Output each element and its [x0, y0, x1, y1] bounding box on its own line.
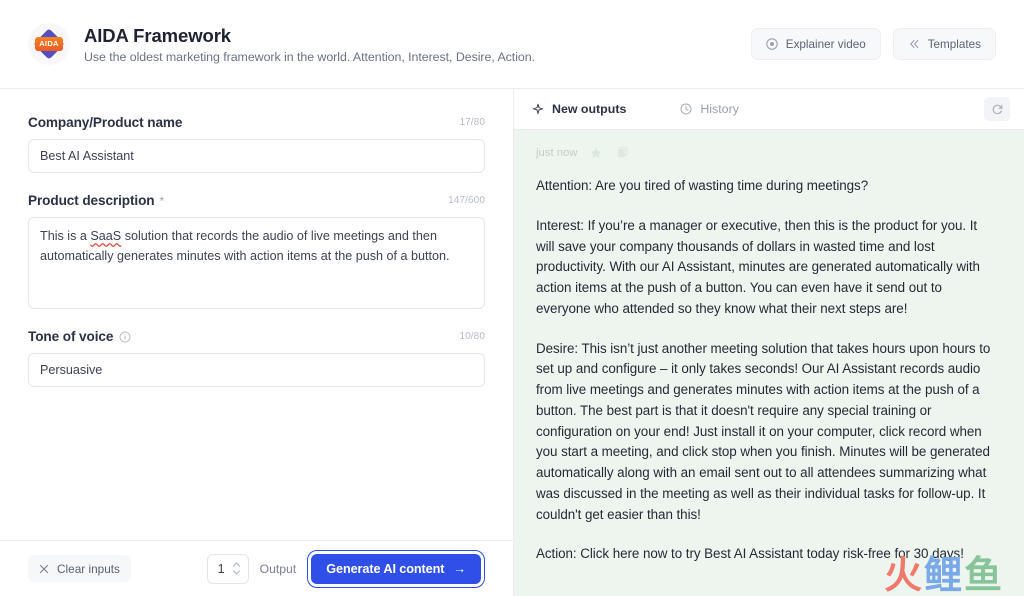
output-paragraph-attention: Attention: Are you tired of wasting time… — [536, 178, 869, 193]
generated-output-text[interactable]: Attention: Are you tired of wasting time… — [536, 176, 996, 565]
output-meta-row: just now — [536, 142, 996, 164]
generate-ai-content-button[interactable]: Generate AI content → — [311, 553, 481, 584]
output-content-area: just now Attention: Are you tired of was… — [514, 130, 1024, 596]
brand: AIDA AIDA Framework Use the oldest marke… — [28, 23, 535, 65]
output-timestamp: just now — [536, 147, 578, 159]
arrow-right-icon: → — [453, 561, 466, 576]
input-form-panel: Company/Product name 17/80 Product descr… — [0, 89, 514, 596]
stepper-arrows-icon[interactable] — [232, 562, 241, 575]
explainer-video-button[interactable]: Explainer video — [750, 28, 881, 60]
output-paragraph-interest: Interest: If you’re a manager or executi… — [536, 217, 980, 316]
page-title: AIDA Framework — [84, 24, 231, 46]
company-name-input[interactable] — [28, 139, 485, 173]
app-header: AIDA AIDA Framework Use the oldest marke… — [0, 0, 1024, 89]
company-name-counter: 17/80 — [459, 117, 485, 128]
aida-logo: AIDA — [28, 23, 70, 65]
misspelled-word: SaaS — [90, 229, 122, 243]
output-count-value: 1 — [217, 561, 225, 576]
product-description-label: Product description — [28, 193, 155, 208]
description-text-before: This is a — [40, 229, 91, 243]
explainer-video-label: Explainer video — [785, 37, 866, 51]
templates-label: Templates — [927, 37, 981, 51]
form-footer-toolbar: Clear inputs 1 Output Generate AI conten… — [0, 540, 513, 596]
product-description-counter: 147/600 — [448, 195, 485, 206]
app-root: AIDA AIDA Framework Use the oldest marke… — [0, 0, 1024, 596]
output-paragraph-desire: Desire: This isn’t just another meeting … — [536, 340, 991, 522]
play-circle-icon — [766, 38, 778, 50]
field-product-description: Product description * 147/600 This is a … — [28, 193, 485, 309]
generate-button-focus-ring: Generate AI content → — [307, 549, 485, 588]
company-name-label: Company/Product name — [28, 115, 183, 130]
output-panel: New outputs History just now Attention: … — [514, 89, 1024, 596]
clear-inputs-label: Clear inputs — [57, 561, 120, 576]
refresh-icon — [991, 103, 1004, 116]
product-description-textarea[interactable]: This is a SaaS solution that records the… — [28, 217, 485, 309]
sparkle-icon — [532, 103, 544, 115]
header-actions: Explainer video Templates — [750, 28, 996, 60]
header-titles: AIDA Framework Use the oldest marketing … — [84, 25, 535, 64]
tone-of-voice-input[interactable] — [28, 353, 485, 387]
tone-of-voice-label: Tone of voice — [28, 329, 114, 344]
tab-new-outputs[interactable]: New outputs — [532, 89, 644, 130]
chevron-double-left-icon — [908, 38, 920, 50]
output-label: Output — [259, 561, 297, 576]
logo-badge-label: AIDA — [35, 37, 63, 51]
star-icon[interactable] — [589, 146, 603, 160]
generate-label: Generate AI content — [326, 561, 445, 576]
field-company-product-name: Company/Product name 17/80 — [28, 115, 485, 173]
field-header: Tone of voice 10/80 — [28, 329, 485, 344]
form-scroll-area: Company/Product name 17/80 Product descr… — [0, 89, 513, 540]
clock-icon — [680, 103, 692, 115]
info-icon[interactable] — [119, 331, 131, 343]
tone-of-voice-counter: 10/80 — [459, 331, 485, 342]
output-count-stepper[interactable]: 1 — [206, 553, 249, 584]
main-body: Company/Product name 17/80 Product descr… — [0, 89, 1024, 596]
copy-icon[interactable] — [615, 146, 629, 160]
templates-button[interactable]: Templates — [892, 28, 996, 60]
footer-right-group: 1 Output Generate AI content → — [206, 549, 485, 588]
page-subtitle: Use the oldest marketing framework in th… — [84, 49, 535, 64]
logo-diamond-icon: AIDA — [33, 28, 65, 60]
close-icon — [39, 564, 49, 574]
field-header: Company/Product name 17/80 — [28, 115, 485, 130]
output-paragraph-action: Action: Click here now to try Best AI As… — [536, 546, 964, 562]
required-asterisk: * — [159, 193, 165, 208]
tab-new-outputs-label: New outputs — [552, 102, 627, 116]
tab-history-label: History — [700, 102, 739, 116]
field-header: Product description * 147/600 — [28, 193, 485, 208]
field-tone-of-voice: Tone of voice 10/80 — [28, 329, 485, 387]
refresh-outputs-button[interactable] — [984, 97, 1010, 121]
output-tabs: New outputs History — [514, 89, 1024, 130]
clear-inputs-button[interactable]: Clear inputs — [28, 555, 131, 582]
tab-history[interactable]: History — [680, 89, 757, 130]
